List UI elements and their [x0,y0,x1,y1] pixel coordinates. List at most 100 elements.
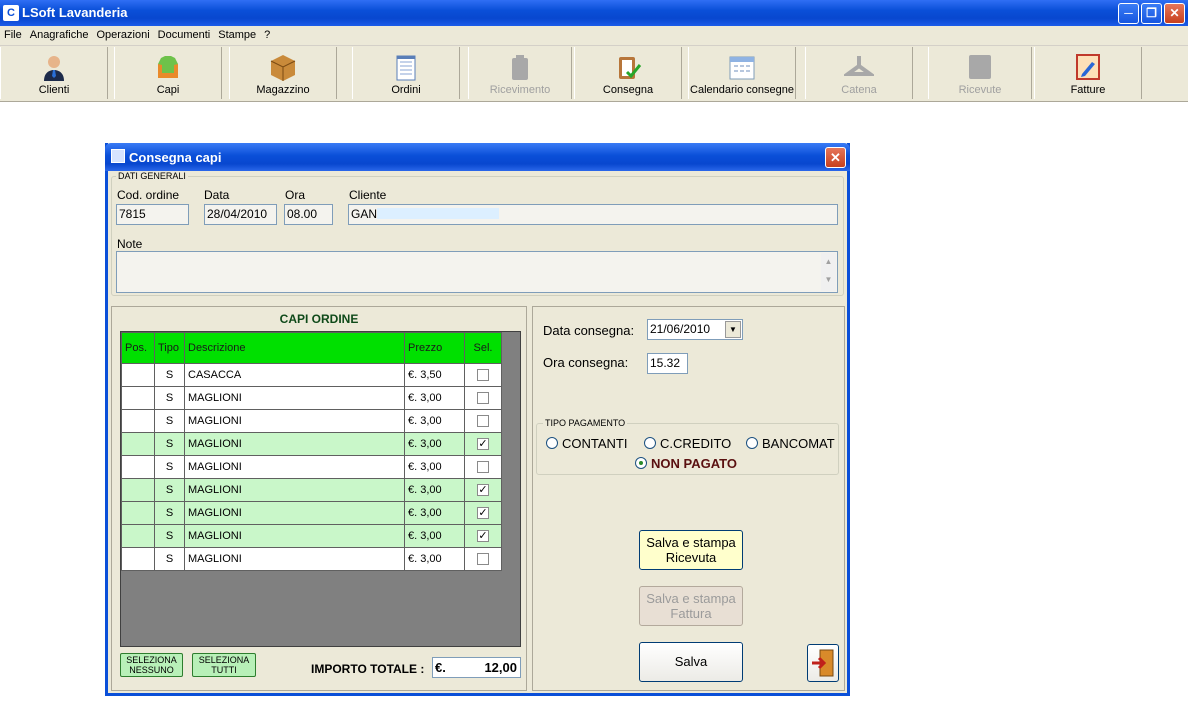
app-icon: C [3,5,19,21]
seleziona-tutti-button[interactable]: SELEZIONA TUTTI [192,653,256,677]
toolbar-ordini-button[interactable]: Ordini [352,47,460,99]
exit-button[interactable] [807,644,839,682]
toolbar-clienti-button[interactable]: Clienti [0,47,108,99]
cell-tipo: S [154,432,185,456]
ora-consegna-label: Ora consegna: [543,355,629,370]
cell-sel[interactable] [464,455,502,479]
minimize-button[interactable]: ─ [1118,3,1139,24]
dialog-close-button[interactable]: ✕ [825,147,846,168]
checkbox-checked[interactable]: ✓ [477,507,489,520]
ora-field[interactable]: 08.00 [284,204,333,225]
seleziona-tutti-line1: SELEZIONA [198,655,250,665]
note-scrollbar[interactable]: ▲ ▼ [821,253,836,291]
toolbar-fatture-button[interactable]: Fatture [1034,47,1142,99]
table-row[interactable]: S MAGLIONI €. 3,00 [121,455,502,479]
radio-bancomat[interactable]: BANCOMAT [746,436,835,451]
importo-totale-field: €. 12,00 [432,657,521,678]
table-row[interactable]: S MAGLIONI €. 3,00 [121,409,502,433]
dialog-title: Consegna capi [129,150,222,165]
salva-button[interactable]: Salva [639,642,743,682]
invoice-pencil-icon [1076,54,1100,80]
cell-sel[interactable]: ✓ [464,524,502,548]
col-prezzo[interactable]: Prezzo [404,332,465,364]
toolbar-consegna-button[interactable]: Consegna [574,47,682,99]
menu-help[interactable]: ? [260,26,274,44]
cell-sel[interactable] [464,363,502,387]
fattura-line2: Fattura [670,606,712,621]
cell-descrizione: MAGLIONI [184,432,405,456]
hanger-icon [844,56,874,76]
table-row[interactable]: S MAGLIONI €. 3,00 ✓ [121,501,502,525]
salva-stampa-ricevuta-button[interactable]: Salva e stampa Ricevuta [639,530,743,570]
ora-consegna-field[interactable]: 15.32 [647,353,688,374]
radio-non-pagato[interactable]: NON PAGATO [635,456,737,471]
toolbar-ricevute-button[interactable]: Ricevute [928,47,1032,99]
cell-sel[interactable] [464,409,502,433]
cell-sel[interactable] [464,386,502,410]
menu-bar: File Anagrafiche Operazioni Documenti Stampe… [0,26,1188,46]
col-descrizione[interactable]: Descrizione [184,332,405,364]
cell-prezzo: €. 3,00 [404,547,465,571]
consegna-dialog: Consegna capi ✕ DATI GENERALI Cod. ordin… [105,143,850,696]
table-row[interactable]: S MAGLIONI €. 3,00 [121,547,502,571]
toolbar-ricevimento-button[interactable]: Ricevimento [468,47,572,99]
toolbar-catena-button[interactable]: Catena [805,47,913,99]
dialog-titlebar: Consegna capi ✕ [105,143,850,171]
checkbox-checked[interactable]: ✓ [477,438,489,451]
maximize-button[interactable]: ❐ [1141,3,1162,24]
table-row[interactable]: S CASACCA €. 3,50 [121,363,502,387]
col-sel[interactable]: Sel. [464,332,502,364]
cell-pos [121,478,155,502]
table-row[interactable]: S MAGLIONI €. 3,00 ✓ [121,524,502,548]
radio-c-credito[interactable]: C.CREDITO [644,436,731,451]
checkbox[interactable] [477,553,489,566]
cell-sel[interactable]: ✓ [464,478,502,502]
close-button[interactable]: ✕ [1164,3,1185,24]
seleziona-nessuno-button[interactable]: SELEZIONA NESSUNO [120,653,183,677]
cell-sel[interactable] [464,547,502,571]
cell-pos [121,547,155,571]
toolbar-capi-button[interactable]: Capi [114,47,222,99]
menu-stampe[interactable]: Stampe [214,26,260,44]
checkbox-checked[interactable]: ✓ [477,530,489,543]
ora-label: Ora [285,188,306,202]
cell-sel[interactable]: ✓ [464,432,502,456]
table-row[interactable]: S MAGLIONI €. 3,00 ✓ [121,478,502,502]
checkbox[interactable] [477,415,489,428]
radio-contanti[interactable]: CONTANTI [546,436,627,451]
checkbox[interactable] [477,369,489,382]
toolbar-magazzino-button[interactable]: Magazzino [229,47,337,99]
radio-circle [746,437,758,449]
salva-stampa-fattura-button[interactable]: Salva e stampa Fattura [639,586,743,626]
note-textarea[interactable]: ▲ ▼ [116,251,838,293]
chevron-down-icon[interactable]: ▼ [725,321,741,338]
table-row[interactable]: S MAGLIONI €. 3,00 ✓ [121,432,502,456]
menu-operazioni[interactable]: Operazioni [92,26,153,44]
col-tipo[interactable]: Tipo [154,332,185,364]
data-field[interactable]: 28/04/2010 [204,204,277,225]
checkbox-checked[interactable]: ✓ [477,484,489,497]
toolbar-calendario-button[interactable]: Calendario consegne [688,47,796,99]
menu-documenti[interactable]: Documenti [154,26,215,44]
cell-prezzo: €. 3,00 [404,478,465,502]
checkbox[interactable] [477,461,489,474]
note-label: Note [117,237,143,251]
notepad-icon [396,55,416,81]
cell-pos [121,386,155,410]
data-consegna-picker[interactable]: 21/06/2010 ▼ [647,319,743,340]
clipboard-icon [512,55,528,80]
clothes-icon [158,56,178,78]
cell-descrizione: MAGLIONI [184,501,405,525]
app-titlebar: C LSoft Lavanderia ─ ❐ ✕ [0,0,1188,26]
cliente-field[interactable]: GAN [348,204,838,225]
menu-anagrafiche[interactable]: Anagrafiche [26,26,93,44]
table-row[interactable]: S MAGLIONI €. 3,00 [121,386,502,410]
radio-circle [644,437,656,449]
cell-prezzo: €. 3,00 [404,386,465,410]
menu-file[interactable]: File [0,26,26,44]
cell-sel[interactable]: ✓ [464,501,502,525]
col-pos[interactable]: Pos. [121,332,155,364]
cell-tipo: S [154,409,185,433]
checkbox[interactable] [477,392,489,405]
cod-ordine-field[interactable]: 7815 [116,204,189,225]
